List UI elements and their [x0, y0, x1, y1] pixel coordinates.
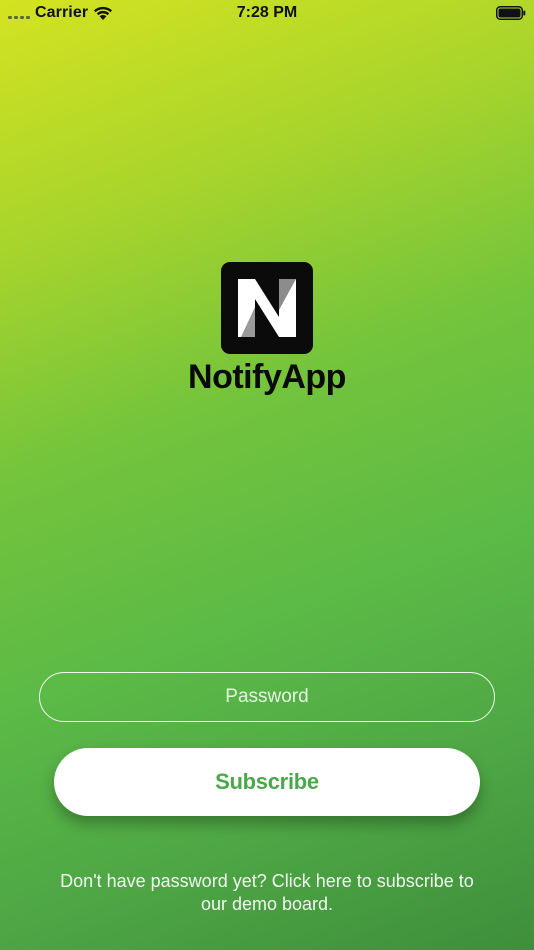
app-name: NotifyApp [188, 358, 346, 396]
status-bar: Carrier 7:28 PM [0, 0, 534, 28]
password-field[interactable] [39, 672, 495, 722]
login-screen: Carrier 7:28 PM NotifyApp Subscribe Don'… [0, 0, 534, 950]
password-input[interactable] [40, 672, 494, 722]
status-time: 7:28 PM [236, 4, 298, 21]
notifyapp-logo-icon [221, 262, 313, 354]
app-logo: NotifyApp [0, 262, 534, 394]
subscribe-button[interactable]: Subscribe [54, 748, 480, 816]
subscribe-demo-link[interactable]: Don't have password yet? Click here to s… [60, 870, 474, 916]
battery-icon [496, 6, 526, 20]
